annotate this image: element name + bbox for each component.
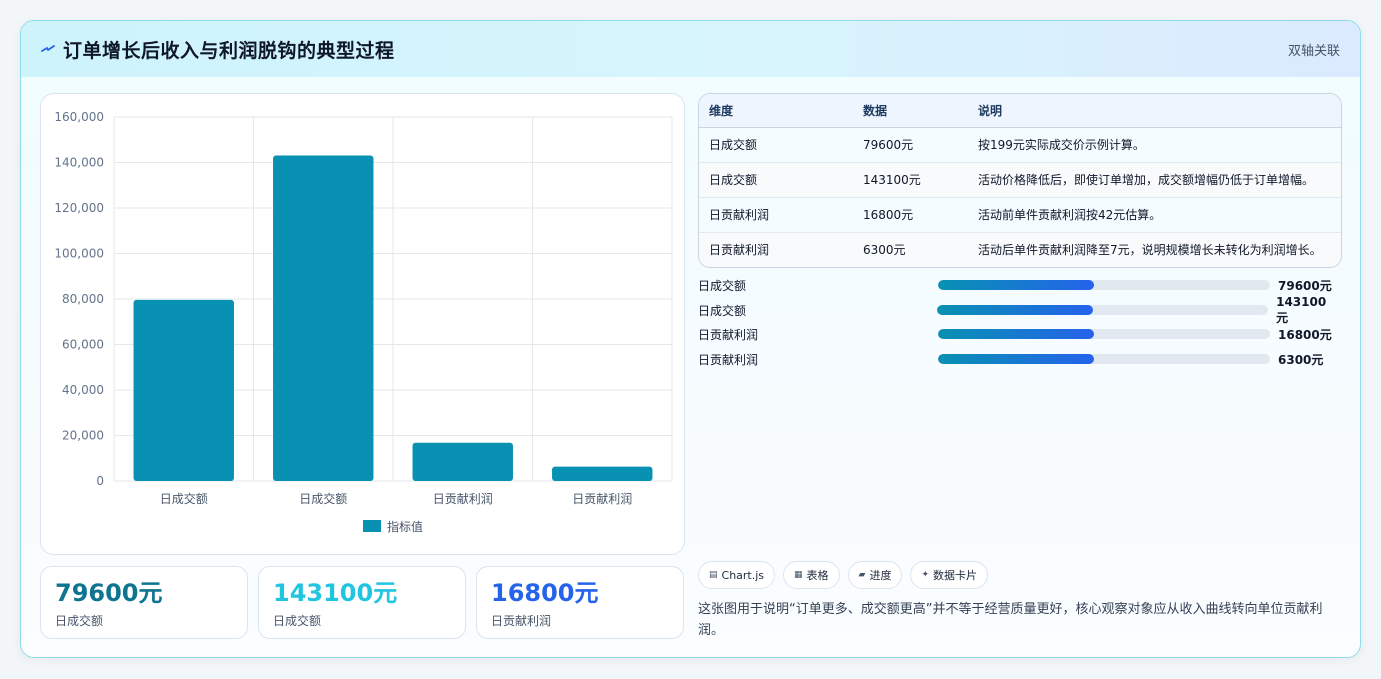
description-note: 这张图用于说明“订单更多、成交额更高”并不等于经营质量更好，核心观察对象应从收入… <box>698 602 1323 638</box>
chip-progress[interactable]: ▰ 进度 <box>847 561 903 589</box>
chip-label: 进度 <box>869 569 892 582</box>
stat-label: 日成交额 <box>55 614 104 628</box>
x-tick-label: 日贡献利润 <box>572 491 632 506</box>
progress-label: 日贡献利润 <box>698 352 759 367</box>
data-table: 维度 数据 说明 日成交额 79600元 按199元实际成交价示例计算。 日成交… <box>699 94 1341 267</box>
y-tick-label: 120,000 <box>54 201 104 215</box>
table-cell: 按199元实际成交价示例计算。 <box>978 138 1145 152</box>
progress-track <box>937 305 1269 315</box>
column-header: 说明 <box>968 94 1341 128</box>
dashboard-card: 订单增长后收入与利润脱钩的典型过程 双轴关联 0 20,000 40,000 60,0… <box>20 20 1361 658</box>
y-tick-label: 40,000 <box>62 383 104 397</box>
bar <box>273 155 374 481</box>
table-cell: 16800元 <box>863 208 914 222</box>
progress-track <box>938 280 1270 290</box>
stat-label: 日成交额 <box>273 614 322 628</box>
table-icon: ▦ <box>794 570 803 580</box>
card-header: 订单增长后收入与利润脱钩的典型过程 双轴关联 <box>21 21 1360 77</box>
header-tag: 双轴关联 <box>1287 43 1340 59</box>
stat-card: 16800元 日贡献利润 <box>476 566 684 639</box>
bar-chart-panel: 0 20,000 40,000 60,000 80,000 100,000 120,000 1… <box>40 93 685 555</box>
table-cell: 日贡献利润 <box>709 208 770 222</box>
bar <box>412 442 513 481</box>
stat-label: 日贡献利润 <box>491 614 552 628</box>
stat-value: 16800元 <box>491 579 599 607</box>
progress-row: 日成交额 143100元 <box>698 295 1338 325</box>
table-header-row: 维度 数据 说明 <box>699 94 1341 128</box>
progress-label: 日成交额 <box>698 303 747 318</box>
stat-value: 143100元 <box>273 579 398 607</box>
table-cell: 79600元 <box>863 138 914 152</box>
progress-value: 16800元 <box>1278 327 1332 342</box>
progress-value: 79600元 <box>1278 278 1332 293</box>
table-cell: 日成交额 <box>709 138 758 152</box>
progress-value: 6300元 <box>1278 352 1324 367</box>
progress-fill <box>938 280 1095 290</box>
chip-table[interactable]: ▦ 表格 <box>783 561 840 589</box>
x-tick-label: 日成交额 <box>299 491 347 506</box>
data-table-panel: 维度 数据 说明 日成交额 79600元 按199元实际成交价示例计算。 日成交… <box>698 93 1342 268</box>
progress-fill <box>937 305 1093 315</box>
progress-row: 日贡献利润 16800元 <box>698 325 1338 343</box>
sparkle-icon: ✦ <box>921 570 930 580</box>
y-tick-label: 100,000 <box>54 247 104 261</box>
x-tick-label: 日贡献利润 <box>433 491 493 506</box>
chip-label: 数据卡片 <box>933 569 978 582</box>
y-tick-label: 60,000 <box>62 338 104 352</box>
legend-label: 指标值 <box>387 519 423 534</box>
progress-row: 日成交额 79600元 <box>698 276 1338 294</box>
table-cell: 日贡献利润 <box>709 243 770 258</box>
table-row: 日贡献利润 16800元 活动前单件贡献利润按42元估算。 <box>699 197 1341 232</box>
progress-row: 日贡献利润 6300元 <box>698 350 1338 368</box>
bar-chart: 0 20,000 40,000 60,000 80,000 100,000 120,000 1… <box>54 110 673 534</box>
bar <box>133 299 234 481</box>
chart-icon: ▤ <box>709 570 718 580</box>
table-cell: 活动价格降低后，即使订单增加，成交额增幅仍低于订单增幅。 <box>978 173 1315 187</box>
progress-icon: ▰ <box>858 570 866 580</box>
column-header: 维度 <box>699 94 853 128</box>
table-cell: 6300元 <box>863 243 906 258</box>
lightning-icon <box>41 45 55 52</box>
table-row: 日贡献利润 6300元 活动后单件贡献利润降至7元，说明规模增长未转化为利润增长… <box>699 232 1341 267</box>
legend-swatch <box>363 520 381 532</box>
stat-card: 143100元 日成交额 <box>258 566 466 639</box>
y-tick-label: 160,000 <box>54 110 104 124</box>
progress-value: 143100元 <box>1276 294 1327 325</box>
progress-label: 日贡献利润 <box>698 327 759 342</box>
x-tick-label: 日成交额 <box>160 491 208 506</box>
feature-chips: ▤ Chart.js ▦ 表格 ▰ 进度 ✦ 数据卡片 <box>698 561 989 589</box>
stat-value: 79600元 <box>55 579 163 607</box>
progress-fill <box>938 354 1095 364</box>
column-header: 数据 <box>853 94 968 128</box>
y-tick-label: 0 <box>96 474 104 488</box>
chip-label: 表格 <box>806 569 829 582</box>
table-row: 日成交额 79600元 按199元实际成交价示例计算。 <box>699 127 1341 162</box>
y-tick-label: 80,000 <box>62 292 104 306</box>
progress-fill <box>938 329 1095 339</box>
table-cell: 日成交额 <box>709 173 758 187</box>
y-tick-label: 140,000 <box>54 156 104 170</box>
table-cell: 活动前单件贡献利润按42元估算。 <box>978 208 1162 222</box>
page-title: 订单增长后收入与利润脱钩的典型过程 <box>63 39 395 62</box>
chip-data-cards[interactable]: ✦ 数据卡片 <box>910 561 989 589</box>
table-cell: 活动后单件贡献利润降至7元，说明规模增长未转化为利润增长。 <box>978 243 1322 258</box>
progress-track <box>938 329 1270 339</box>
y-tick-label: 20,000 <box>62 429 104 443</box>
table-row: 日成交额 143100元 活动价格降低后，即使订单增加，成交额增幅仍低于订单增幅… <box>699 162 1341 197</box>
progress-label: 日成交额 <box>698 278 747 293</box>
stat-card: 79600元 日成交额 <box>40 566 248 639</box>
progress-track <box>938 354 1270 364</box>
chip-label: Chart.js <box>721 568 765 582</box>
chip-chartjs[interactable]: ▤ Chart.js <box>698 561 776 589</box>
table-cell: 143100元 <box>863 173 921 187</box>
bar <box>552 466 653 481</box>
